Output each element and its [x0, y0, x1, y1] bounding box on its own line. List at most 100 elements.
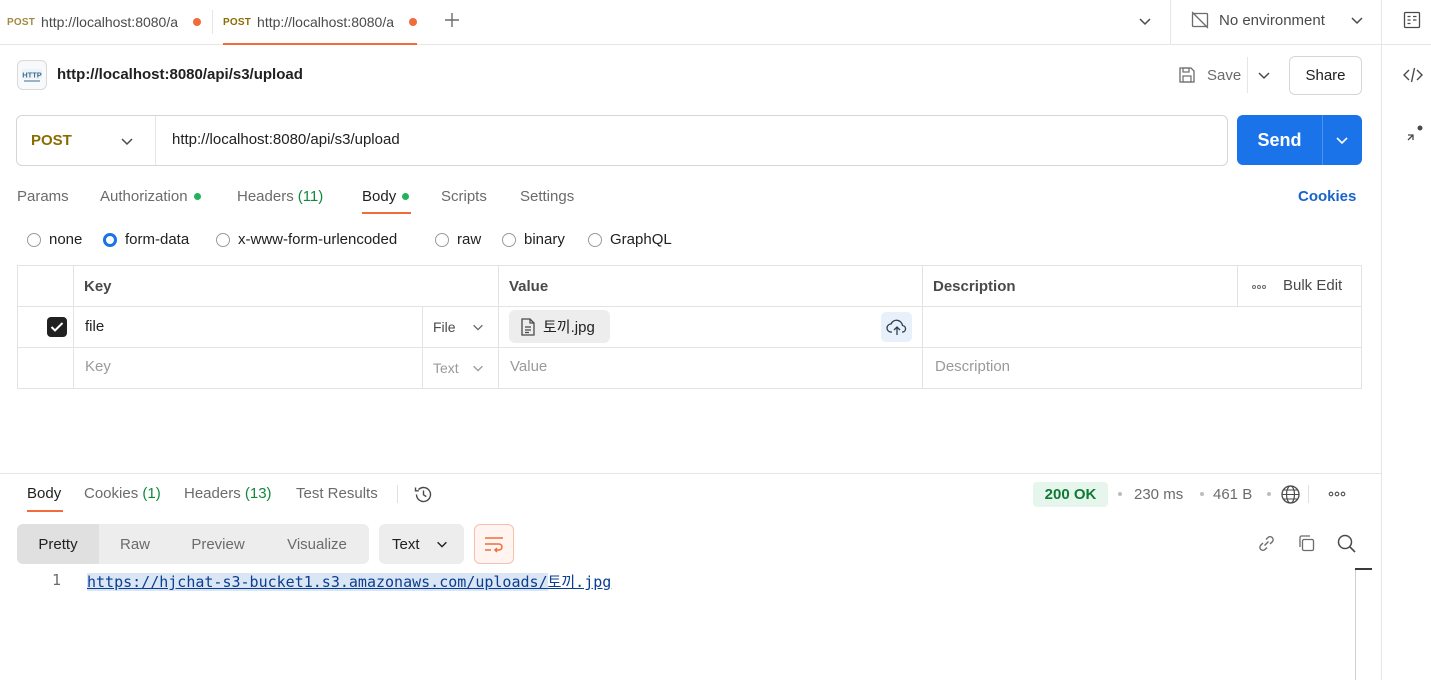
history-icon[interactable] — [413, 484, 434, 505]
response-tab-body[interactable]: Body — [27, 485, 61, 502]
share-button[interactable]: Share — [1289, 56, 1362, 95]
tab-headers[interactable]: Headers (11) — [237, 186, 323, 206]
row-checkbox[interactable] — [47, 317, 67, 337]
radio-label: form-data — [125, 231, 190, 248]
tab-label: Cookies — [84, 485, 139, 502]
radio-x-www-form-urlencoded[interactable]: x-www-form-urlencoded — [216, 231, 397, 248]
file-icon — [521, 317, 535, 336]
more-options-icon[interactable] — [1252, 284, 1266, 290]
tab-count: (1) — [142, 485, 161, 502]
request-tab-bar: POST http://localhost:8080/a POST http:/… — [0, 0, 1431, 45]
collapse-arrows-icon[interactable] — [1405, 123, 1425, 143]
chevron-down-icon — [472, 324, 483, 331]
radio-none[interactable]: none — [27, 231, 82, 248]
tab-method: POST — [223, 16, 252, 28]
radio-circle — [27, 232, 41, 247]
key-cell[interactable]: file — [85, 318, 104, 335]
line-number: 1 — [52, 571, 62, 589]
view-mode-visualize[interactable]: Visualize — [265, 524, 369, 564]
environment-selector[interactable]: No environment — [1190, 9, 1365, 31]
save-button[interactable]: Save — [1177, 64, 1241, 86]
cookies-link[interactable]: Cookies — [1298, 186, 1356, 206]
tab-label: Authorization — [100, 187, 188, 205]
view-mode-preview[interactable]: Preview — [171, 524, 265, 564]
upload-cloud-icon[interactable] — [881, 312, 912, 342]
divider — [1381, 0, 1382, 44]
scrollbar-thumb[interactable] — [1355, 568, 1372, 570]
search-icon[interactable] — [1336, 533, 1357, 554]
description-input[interactable]: Description — [935, 358, 1010, 375]
radio-circle-selected — [103, 232, 117, 247]
response-tab-test-results[interactable]: Test Results — [296, 485, 378, 502]
wrap-lines-icon[interactable] — [474, 524, 514, 564]
value-input[interactable]: Value — [510, 358, 547, 375]
send-button[interactable]: Send — [1237, 115, 1362, 165]
globe-icon[interactable] — [1280, 484, 1301, 505]
send-options-chevron-icon[interactable] — [1334, 132, 1350, 148]
chevron-down-icon — [1351, 17, 1363, 25]
response-url-link[interactable]: https://hjchat-s3-bucket1.s3.amazonaws.c… — [87, 571, 611, 592]
key-input[interactable]: Key — [85, 358, 111, 375]
file-chip[interactable]: 토끼.jpg — [509, 310, 610, 343]
radio-label: none — [49, 231, 83, 248]
url-suffix: 토끼.jpg — [547, 573, 612, 591]
column-header-value: Value — [509, 278, 549, 295]
status-badge[interactable]: 200 OK — [1033, 482, 1108, 507]
radio-raw[interactable]: raw — [435, 231, 481, 248]
link-icon[interactable] — [1256, 533, 1277, 554]
format-select[interactable]: Text — [379, 524, 464, 564]
form-data-table — [17, 265, 1362, 389]
radio-graphql[interactable]: GraphQL — [588, 231, 672, 248]
tab-authorization[interactable]: Authorization — [100, 186, 201, 206]
response-tab-headers[interactable]: Headers (13) — [184, 485, 272, 502]
tab-label: Headers — [184, 485, 241, 502]
scrollbar[interactable] — [1355, 569, 1356, 680]
type-label: Text — [433, 360, 459, 376]
radio-form-data[interactable]: form-data — [103, 231, 189, 248]
request-tab-active[interactable]: POST http://localhost:8080/a — [223, 0, 418, 45]
more-options-icon[interactable] — [1328, 491, 1346, 497]
view-mode-raw[interactable]: Raw — [99, 524, 171, 564]
save-label: Save — [1207, 66, 1242, 84]
active-tab-underline — [362, 212, 411, 214]
send-label: Send — [1257, 129, 1302, 150]
request-title[interactable]: http://localhost:8080/api/s3/upload — [57, 66, 303, 83]
http-icon-label: HTTP — [22, 71, 42, 80]
column-divider — [498, 265, 499, 389]
radio-binary[interactable]: binary — [502, 231, 565, 248]
view-mode-pretty[interactable]: Pretty — [17, 524, 99, 564]
radio-label: raw — [457, 231, 482, 248]
response-size[interactable]: 461 B — [1213, 486, 1252, 503]
tab-settings[interactable]: Settings — [520, 186, 574, 206]
checkmark-icon — [50, 322, 64, 332]
response-time[interactable]: 230 ms — [1134, 486, 1183, 503]
chevron-down-icon — [437, 541, 447, 548]
bulk-edit-button[interactable]: Bulk Edit — [1283, 277, 1342, 294]
method-value: POST — [31, 132, 72, 149]
chevron-down-icon — [472, 365, 483, 372]
type-select[interactable]: Text — [433, 360, 485, 376]
divider — [1170, 0, 1171, 44]
code-snippet-icon[interactable] — [1402, 66, 1424, 84]
save-options-chevron-icon[interactable] — [1256, 67, 1272, 83]
radio-circle — [435, 232, 449, 247]
request-tab[interactable]: POST http://localhost:8080/a — [7, 0, 202, 44]
tab-label: Params — [17, 187, 69, 205]
divider — [1308, 485, 1309, 503]
tab-body[interactable]: Body — [362, 186, 410, 206]
row-divider — [17, 306, 1362, 307]
method-select[interactable]: POST — [17, 116, 156, 165]
new-tab-plus-icon[interactable] — [443, 11, 461, 29]
cookies-label: Cookies — [1298, 187, 1357, 205]
indicator-dot — [193, 192, 201, 200]
response-tab-cookies[interactable]: Cookies (1) — [84, 485, 161, 502]
save-icon — [1179, 67, 1195, 83]
tab-scripts[interactable]: Scripts — [441, 186, 487, 206]
tab-params[interactable]: Params — [17, 186, 69, 206]
environment-quick-look-icon[interactable] — [1402, 10, 1422, 30]
copy-icon[interactable] — [1296, 533, 1317, 554]
type-select[interactable]: File — [433, 319, 485, 335]
tab-label: Test Results — [296, 485, 378, 502]
tabs-dropdown-chevron-icon[interactable] — [1137, 13, 1153, 29]
url-input[interactable]: http://localhost:8080/api/s3/upload — [172, 131, 400, 148]
